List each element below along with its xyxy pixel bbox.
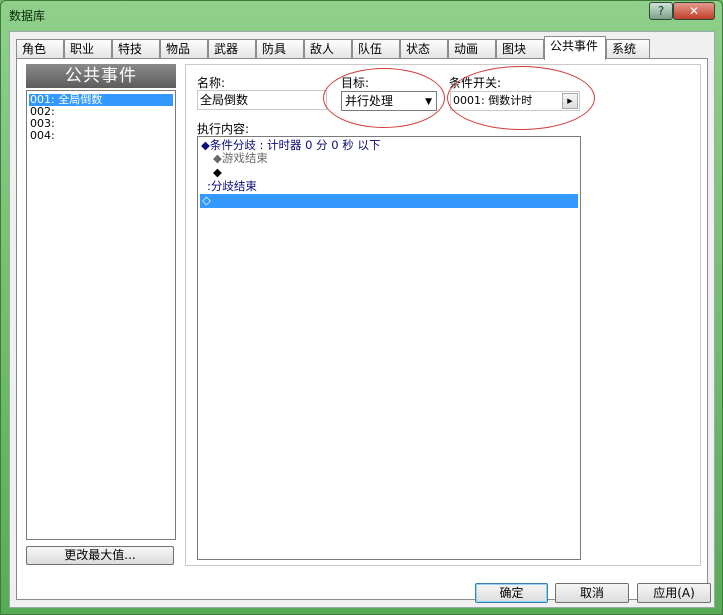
command-row[interactable]: ◆游戏结束	[213, 152, 268, 165]
tab-armors[interactable]: 防具	[256, 39, 304, 59]
event-command-list[interactable]: ◆条件分歧 : 计时器 0 分 0 秒 以下 ◆游戏结束 ◆ :分歧结束 ◇	[197, 136, 581, 560]
command-row[interactable]: :分歧结束	[207, 180, 257, 193]
tab-tilesets[interactable]: 图块	[496, 39, 544, 59]
client-area: 角色 职业 特技 物品 武器 防具 敌人 队伍 状态 动画 图块 公共事件 系统…	[9, 31, 715, 608]
name-field[interactable]: 全局倒数	[197, 90, 327, 110]
window-title: 数据库	[9, 9, 46, 23]
apply-button[interactable]: 应用(A)	[637, 583, 711, 603]
common-event-list[interactable]: 001: 全局倒数 002: 003: 004:	[26, 90, 176, 540]
tab-system[interactable]: 系统	[606, 39, 650, 59]
tab-enemies[interactable]: 敌人	[304, 39, 352, 59]
sidebar-header: 公共事件	[26, 64, 176, 88]
list-item[interactable]: 004:	[29, 130, 173, 142]
help-button[interactable]: ?	[649, 2, 673, 20]
tab-troops[interactable]: 队伍	[352, 39, 400, 59]
tab-items[interactable]: 物品	[160, 39, 208, 59]
command-row[interactable]: ◆	[213, 166, 222, 179]
title-bar[interactable]: 数据库 ? ✕	[1, 1, 722, 29]
tab-weapons[interactable]: 武器	[208, 39, 256, 59]
annotation-oval	[447, 66, 595, 130]
cancel-button[interactable]: 取消	[555, 583, 629, 603]
annotation-oval	[323, 68, 445, 128]
database-window: 数据库 ? ✕ 角色 职业 特技 物品 武器 防具 敌人 队伍 状态 动画 图块…	[0, 0, 723, 615]
tab-actors[interactable]: 角色	[16, 39, 64, 59]
close-button[interactable]: ✕	[673, 2, 715, 20]
change-max-button[interactable]: 更改最大值...	[26, 546, 174, 565]
ok-button[interactable]: 确定	[475, 583, 548, 603]
tab-classes[interactable]: 职业	[64, 39, 112, 59]
tab-skills[interactable]: 特技	[112, 39, 160, 59]
tab-common-events[interactable]: 公共事件	[544, 36, 606, 60]
tab-states[interactable]: 状态	[400, 39, 448, 59]
name-label: 名称:	[197, 76, 226, 90]
content-label: 执行内容:	[197, 122, 250, 136]
command-row-selected[interactable]: ◇	[200, 194, 578, 208]
tab-bar: 角色 职业 特技 物品 武器 防具 敌人 队伍 状态 动画 图块 公共事件 系统	[16, 36, 706, 60]
tab-animations[interactable]: 动画	[448, 39, 496, 59]
